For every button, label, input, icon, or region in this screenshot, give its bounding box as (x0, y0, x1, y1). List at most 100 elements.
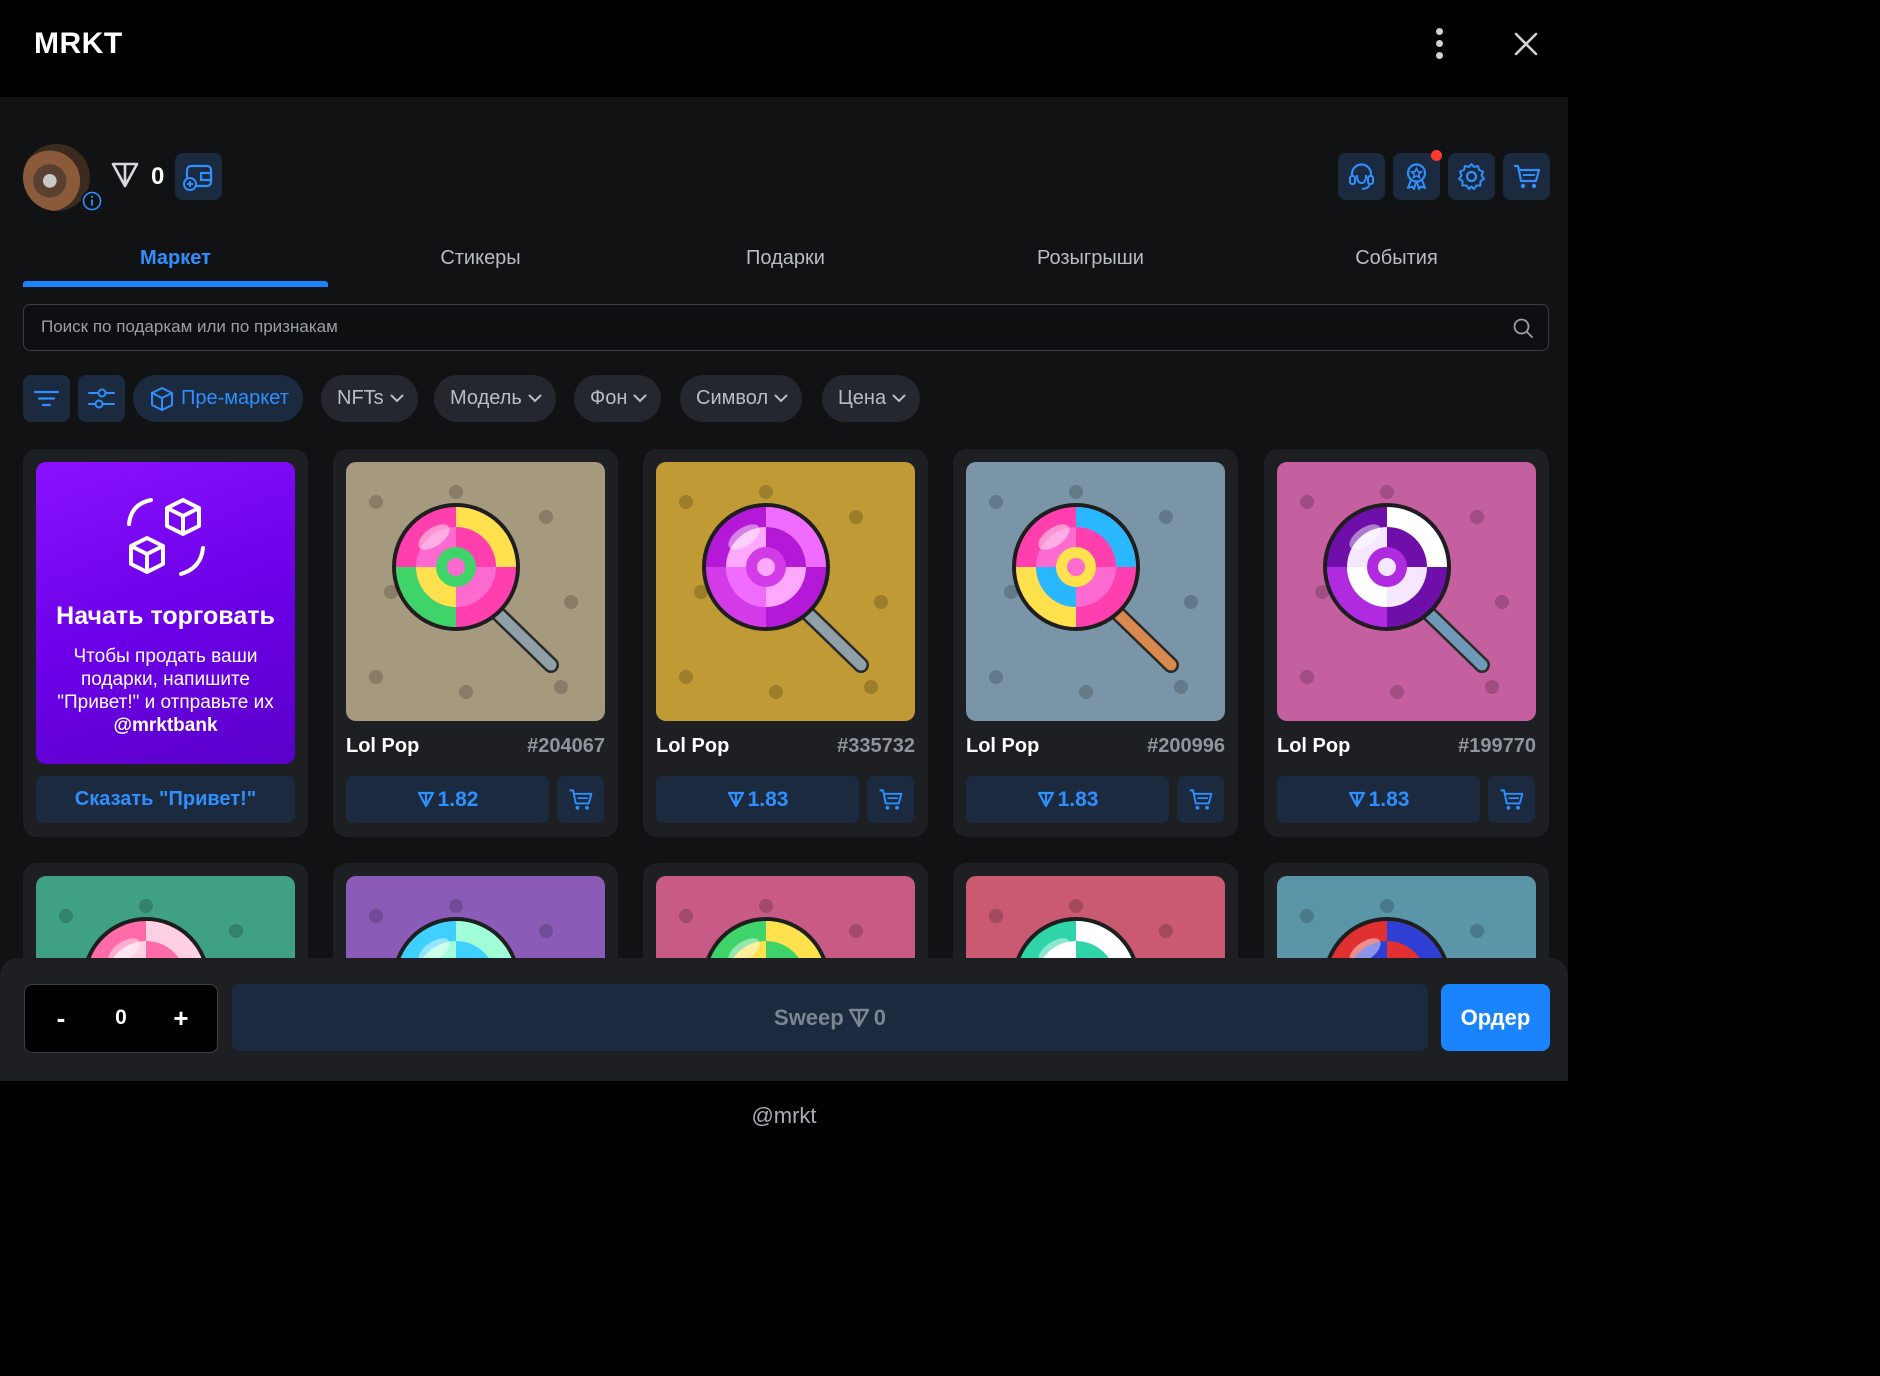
chevron-down-icon (774, 394, 788, 403)
order-button[interactable]: Ордер (1441, 984, 1550, 1051)
bottom-action-bar: - 0 + Sweep 0 Ордер (0, 958, 1568, 1081)
gift-image[interactable] (346, 462, 605, 721)
cart-button[interactable] (1503, 153, 1550, 200)
gift-card[interactable]: Lol Pop #335732 1.83 (643, 449, 928, 837)
footer-handle: @mrkt (0, 1081, 1568, 1148)
add-to-cart-button[interactable] (1488, 776, 1535, 823)
info-icon[interactable] (81, 190, 103, 212)
gift-image[interactable] (656, 462, 915, 721)
gift-price: 1.83 (747, 788, 789, 811)
ton-icon (1348, 791, 1365, 808)
gift-image[interactable] (1277, 462, 1536, 721)
symbol-label: Символ (696, 387, 769, 409)
premarket-filter[interactable]: Пре-маркет (133, 375, 303, 422)
exchange-icon (127, 498, 205, 576)
gift-name: Lol Pop (656, 735, 730, 757)
promo-title: Начать торговать (56, 602, 275, 630)
promo-body: Чтобы продать ваши подарки, напишите "Пр… (57, 646, 274, 713)
notification-dot (1431, 150, 1442, 161)
gift-card[interactable]: Lol Pop #200996 1.83 (953, 449, 1238, 837)
wallet-add-icon (183, 164, 213, 191)
nfts-dropdown[interactable]: NFTs (321, 375, 418, 422)
increment-button[interactable]: + (151, 985, 211, 1051)
avatar[interactable] (23, 144, 90, 211)
sweep-label: Sweep (774, 1005, 844, 1030)
nfts-label: NFTs (337, 387, 384, 409)
search-icon[interactable] (1512, 317, 1534, 339)
gift-name: Lol Pop (1277, 735, 1351, 757)
ton-icon (727, 791, 744, 808)
model-label: Модель (450, 387, 522, 409)
tab-bar: Маркет Стикеры Подарки Розыгрыши События (23, 237, 1549, 287)
gear-icon (1458, 163, 1485, 190)
gift-price: 1.83 (1057, 788, 1099, 811)
wallet-add-button[interactable] (175, 153, 222, 200)
cart-icon (1500, 789, 1524, 810)
add-to-cart-button[interactable] (557, 776, 604, 823)
price-dropdown[interactable]: Цена (822, 375, 921, 422)
sliders-icon (88, 388, 115, 409)
chevron-down-icon (633, 394, 647, 403)
sweep-button[interactable]: Sweep 0 (232, 984, 1428, 1051)
chevron-down-icon (390, 394, 404, 403)
gift-card[interactable]: Lol Pop #199770 1.83 (1264, 449, 1549, 837)
title-bar: MRKT (0, 0, 1568, 97)
quantity-value: 0 (115, 1006, 127, 1029)
gift-name: Lol Pop (966, 735, 1040, 757)
add-to-cart-button[interactable] (867, 776, 914, 823)
say-hello-button[interactable]: Сказать "Привет!" (36, 776, 295, 823)
background-label: Фон (590, 387, 628, 409)
chevron-down-icon (528, 394, 542, 403)
search-bar (23, 304, 1549, 351)
tab-market[interactable]: Маркет (23, 237, 328, 287)
buy-price-button[interactable]: 1.83 (656, 776, 859, 823)
gift-name: Lol Pop (346, 735, 420, 757)
cart-icon (1189, 789, 1213, 810)
quantity-stepper: - 0 + (24, 984, 218, 1053)
cart-icon (569, 789, 593, 810)
buy-price-button[interactable]: 1.82 (346, 776, 549, 823)
promo-banner: Начать торговать Чтобы продать ваши пода… (36, 462, 295, 764)
promo-text: Чтобы продать ваши подарки, напишите "Пр… (50, 645, 281, 737)
sort-button[interactable] (23, 375, 70, 422)
tab-stickers[interactable]: Стикеры (328, 237, 633, 287)
close-icon[interactable] (1510, 28, 1542, 60)
tab-giveaways[interactable]: Розыгрыши (938, 237, 1243, 287)
tab-events[interactable]: События (1244, 237, 1549, 287)
search-input[interactable] (41, 305, 1501, 349)
background-dropdown[interactable]: Фон (574, 375, 662, 422)
buy-price-button[interactable]: 1.83 (1277, 776, 1480, 823)
price-label: Цена (838, 387, 887, 409)
tab-gifts[interactable]: Подарки (633, 237, 938, 287)
market-panel: 0 Маркет Стикеры Подарки Розыгрыши Событ… (0, 97, 1568, 1081)
support-button[interactable] (1338, 153, 1385, 200)
ton-icon (1037, 791, 1054, 808)
cart-icon (879, 789, 903, 810)
gift-number: #200996 (1147, 735, 1225, 757)
lollipop-image (966, 462, 1225, 721)
cart-icon (1514, 164, 1541, 189)
buy-price-button[interactable]: 1.83 (966, 776, 1169, 823)
gift-number: #199770 (1458, 735, 1536, 757)
premarket-label: Пре-маркет (181, 387, 289, 409)
symbol-dropdown[interactable]: Символ (680, 375, 803, 422)
filter-settings-button[interactable] (78, 375, 125, 422)
lollipop-image (1277, 462, 1536, 721)
promo-handle[interactable]: @mrktbank (113, 715, 217, 736)
chevron-down-icon (892, 394, 906, 403)
ton-icon (111, 162, 139, 188)
gift-price: 1.83 (1368, 788, 1410, 811)
app-title: MRKT (34, 27, 123, 60)
sort-icon (33, 390, 60, 407)
decrement-button[interactable]: - (31, 985, 91, 1051)
add-to-cart-button[interactable] (1177, 776, 1224, 823)
gift-card[interactable]: Lol Pop #204067 1.82 (333, 449, 618, 837)
start-trading-card: Начать торговать Чтобы продать ваши пода… (23, 449, 308, 837)
rewards-icon (1406, 163, 1427, 190)
gift-image[interactable] (966, 462, 1225, 721)
settings-button[interactable] (1448, 153, 1495, 200)
gift-number: #335732 (837, 735, 915, 757)
balance-value: 0 (151, 163, 165, 190)
kebab-icon[interactable] (1426, 28, 1454, 60)
model-dropdown[interactable]: Модель (434, 375, 556, 422)
